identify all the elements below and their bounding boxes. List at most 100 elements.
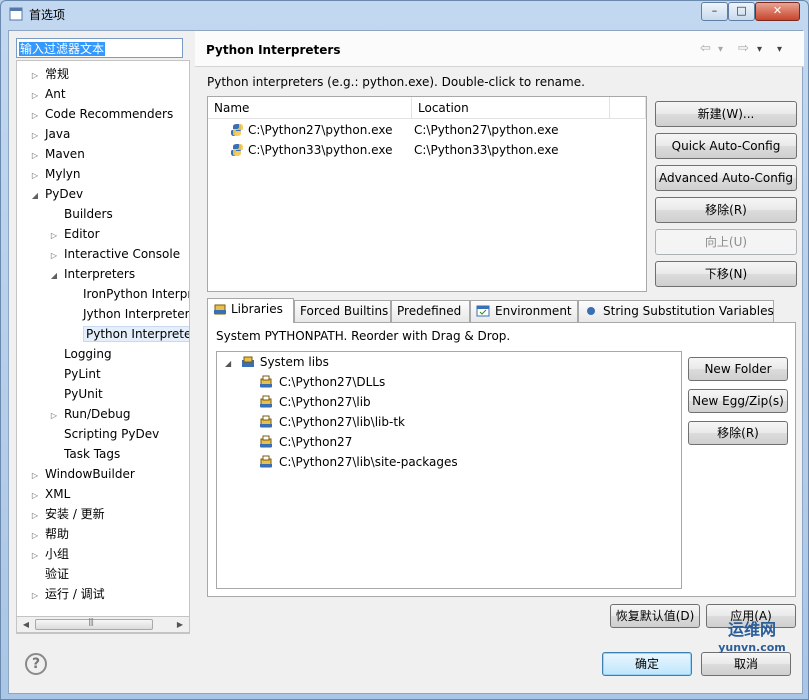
move-down-button[interactable]: 下移(N): [655, 261, 797, 287]
new-folder-button[interactable]: New Folder: [688, 357, 788, 381]
advanced-auto-config-button[interactable]: Advanced Auto-Config: [655, 165, 797, 191]
help-icon[interactable]: ?: [25, 653, 47, 675]
system-libs-node[interactable]: ◢ System libs: [225, 352, 329, 372]
tree-expand-arrow-icon[interactable]: ▷: [29, 106, 41, 126]
tree-item[interactable]: Task Tags: [48, 444, 120, 464]
tree-item[interactable]: Jython Interpreter: [67, 304, 190, 324]
tree-item[interactable]: ▷ 小组: [29, 544, 69, 564]
library-path-item[interactable]: C:\Python27\DLLs: [259, 372, 385, 392]
title-bar[interactable]: 首选项 – □ ✕: [1, 1, 808, 27]
library-path-item[interactable]: C:\Python27\lib\lib-tk: [259, 412, 405, 432]
library-path-item[interactable]: C:\Python27: [259, 432, 352, 452]
tree-expand-arrow-icon[interactable]: ▷: [29, 166, 41, 186]
close-button[interactable]: ✕: [755, 2, 800, 21]
tree-expand-arrow-icon[interactable]: ▷: [29, 146, 41, 166]
maximize-button[interactable]: □: [728, 2, 755, 21]
tab-forced-builtins[interactable]: Forced Builtins: [294, 300, 391, 322]
tree-item[interactable]: ▷ Editor: [48, 224, 100, 244]
libraries-icon: [214, 304, 226, 315]
forward-menu-chevron-icon[interactable]: ▾: [757, 44, 762, 55]
tree-expand-arrow-icon[interactable]: ▷: [48, 226, 60, 246]
tree-item[interactable]: PyUnit: [48, 384, 103, 404]
tree-item[interactable]: Logging: [48, 344, 112, 364]
tree-item[interactable]: ▷ 常规: [29, 64, 69, 84]
expand-arrow-icon[interactable]: ◢: [225, 354, 237, 374]
tree-item[interactable]: 验证: [29, 564, 69, 584]
tree-expand-arrow-icon[interactable]: ▷: [29, 126, 41, 146]
tree-expand-arrow-icon[interactable]: ▷: [29, 66, 41, 86]
tree-expand-arrow-icon[interactable]: ▷: [29, 506, 41, 526]
column-header-name[interactable]: Name: [208, 97, 412, 119]
quick-auto-config-button[interactable]: Quick Auto-Config: [655, 133, 797, 159]
table-row[interactable]: C:\Python27\python.exe: [230, 120, 392, 140]
tree-item-label: PyDev: [45, 187, 84, 201]
back-arrow-icon[interactable]: ⇦: [700, 41, 711, 56]
tree-item-label: Scripting PyDev: [64, 427, 160, 441]
tree-item[interactable]: Builders: [48, 204, 113, 224]
tree-item[interactable]: PyLint: [48, 364, 101, 384]
tree-expand-arrow-icon[interactable]: ▷: [48, 246, 60, 266]
scroll-left-arrow-icon[interactable]: ◀: [19, 618, 33, 632]
library-path-item[interactable]: C:\Python27\lib\site-packages: [259, 452, 458, 472]
restore-defaults-button[interactable]: 恢复默认值(D): [610, 604, 700, 628]
ok-button[interactable]: 确定: [602, 652, 692, 676]
tree-item[interactable]: ▷ 安装 / 更新: [29, 504, 105, 524]
tree-item[interactable]: ▷ Mylyn: [29, 164, 81, 184]
tab-string-substitution-variables[interactable]: String Substitution Variables: [578, 300, 774, 322]
tree-item[interactable]: ◢ Interpreters: [48, 264, 135, 284]
tree-expand-arrow-icon[interactable]: ▷: [29, 546, 41, 566]
forward-arrow-icon[interactable]: ⇨: [738, 41, 749, 56]
table-row[interactable]: C:\Python33\python.exe: [230, 140, 392, 160]
tab-environment[interactable]: Environment: [470, 300, 578, 322]
tree-item[interactable]: Python Interpreter: [67, 324, 189, 344]
tree-item[interactable]: ▷ Interactive Console: [48, 244, 180, 264]
tab-libraries[interactable]: Libraries: [207, 298, 294, 323]
tree-item-label: 常规: [45, 67, 70, 81]
tree-item[interactable]: Scripting PyDev: [48, 424, 159, 444]
preference-tree[interactable]: ▷ 常规 ▷ Ant ▷ Code Recommenders ▷ Java ▷ Maven ▷ Myl…: [16, 60, 190, 634]
interpreters-table[interactable]: Name Location C:\Python27\python.exe C:\P…: [207, 96, 647, 292]
tree-item-label: Jython Interpreter: [83, 307, 190, 321]
tree-item[interactable]: ▷ WindowBuilder: [29, 464, 135, 484]
tree-item[interactable]: ▷ XML: [29, 484, 70, 504]
new-egg-zip-button[interactable]: New Egg/Zip(s): [688, 389, 788, 413]
page-title: Python Interpreters: [206, 43, 341, 57]
move-up-button[interactable]: 向上(U): [655, 229, 797, 255]
tree-item[interactable]: ◢ PyDev: [29, 184, 83, 204]
remove-library-button[interactable]: 移除(R): [688, 421, 788, 445]
view-menu-chevron-icon[interactable]: ▾: [777, 44, 782, 55]
tab-predefined[interactable]: Predefined: [391, 300, 470, 322]
tree-expand-arrow-icon[interactable]: ▷: [29, 86, 41, 106]
system-libs-tree[interactable]: ◢ System libs C:\Python27\DLLs C:\Python2…: [216, 351, 682, 589]
tree-item[interactable]: ▷ Run/Debug: [48, 404, 131, 424]
library-path-item[interactable]: C:\Python27\lib: [259, 392, 371, 412]
tree-expand-arrow-icon[interactable]: ▷: [29, 526, 41, 546]
interpreter-location: C:\Python27\python.exe: [414, 123, 559, 137]
scroll-thumb[interactable]: [35, 617, 153, 630]
tree-expand-arrow-icon[interactable]: ◢: [48, 266, 60, 286]
tree-expand-arrow-icon[interactable]: ▷: [29, 466, 41, 486]
new-interpreter-button[interactable]: 新建(W)...: [655, 101, 797, 127]
tree-expand-arrow-icon[interactable]: ▷: [48, 406, 60, 426]
tree-expand-arrow-icon[interactable]: ▷: [29, 486, 41, 506]
minimize-button[interactable]: –: [701, 2, 728, 21]
tab-predefined-label: Predefined: [397, 304, 462, 318]
tree-item[interactable]: ▷ 帮助: [29, 524, 69, 544]
library-path-label: C:\Python27\lib: [279, 395, 371, 409]
tree-expand-arrow-icon[interactable]: ▷: [29, 586, 41, 606]
tree-item[interactable]: ▷ 运行 / 调试: [29, 584, 105, 604]
filter-input[interactable]: 输入过滤器文本: [16, 38, 183, 58]
tree-horizontal-scrollbar[interactable]: ◀ ▶: [16, 616, 190, 633]
remove-interpreter-button[interactable]: 移除(R): [655, 197, 797, 223]
tree-item[interactable]: ▷ Code Recommenders: [29, 104, 173, 124]
back-menu-chevron-icon[interactable]: ▾: [718, 44, 723, 55]
scroll-right-arrow-icon[interactable]: ▶: [173, 618, 187, 632]
column-header-location[interactable]: Location: [412, 97, 610, 119]
tree-item[interactable]: ▷ Java: [29, 124, 70, 144]
tree-item[interactable]: IronPython Interpreter: [67, 284, 189, 304]
tree-item[interactable]: ▷ Ant: [29, 84, 66, 104]
tree-expand-arrow-icon[interactable]: ◢: [29, 186, 41, 206]
tree-item[interactable]: ▷ Maven: [29, 144, 85, 164]
jar-icon: [259, 455, 273, 469]
tree-item-label: Logging: [64, 347, 112, 361]
